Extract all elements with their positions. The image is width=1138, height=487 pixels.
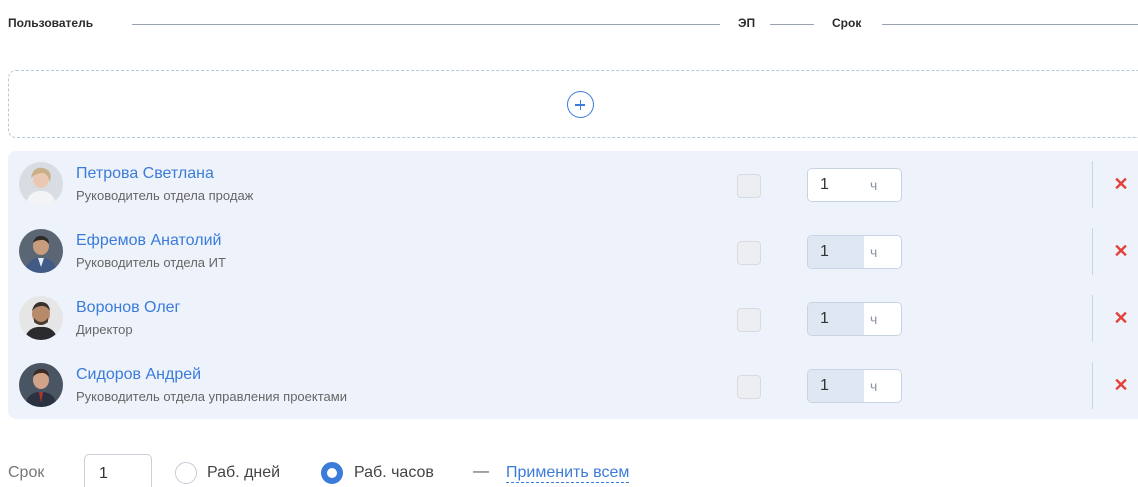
delete-icon[interactable]: ✕: [1111, 174, 1131, 194]
header-term: Срок: [826, 16, 868, 30]
header-ep: ЭП: [732, 16, 762, 30]
term-field[interactable]: 1 ч: [807, 235, 902, 269]
term-unit: ч: [870, 311, 878, 327]
term-field[interactable]: 1 ч: [807, 168, 902, 202]
divider: [1092, 362, 1093, 409]
term-value[interactable]: 1: [808, 370, 864, 402]
list-item: Петрова Светлана Руководитель отдела про…: [8, 151, 1138, 218]
user-role: Руководитель отдела управления проектами: [76, 389, 347, 404]
header-divider: [770, 24, 814, 25]
delete-icon[interactable]: ✕: [1111, 308, 1131, 328]
term-value[interactable]: 1: [808, 236, 864, 268]
header-divider: [882, 24, 1138, 25]
term-unit: ч: [870, 378, 878, 394]
user-role: Директор: [76, 322, 133, 337]
column-header: Пользователь ЭП Срок: [8, 14, 1138, 34]
term-footer: Срок 1 Раб. дней Раб. часов — Применить …: [8, 452, 1138, 487]
term-value[interactable]: 1: [808, 303, 864, 335]
apply-all-link[interactable]: Применить всем: [506, 464, 630, 483]
ep-checkbox[interactable]: [737, 308, 761, 332]
term-unit: ч: [870, 177, 878, 193]
avatar: [19, 229, 63, 273]
radio-work-hours[interactable]: [321, 462, 343, 484]
ep-checkbox[interactable]: [737, 174, 761, 198]
avatar: [19, 296, 63, 340]
radio-work-hours-label[interactable]: Раб. часов: [354, 464, 434, 482]
list-item: Воронов Олег Директор 1 ч ✕: [8, 285, 1138, 352]
divider: [1092, 161, 1093, 208]
radio-work-days-label[interactable]: Раб. дней: [207, 464, 280, 482]
avatar: [19, 363, 63, 407]
separator-dash: —: [473, 463, 489, 480]
ep-checkbox[interactable]: [737, 241, 761, 265]
ep-checkbox[interactable]: [737, 375, 761, 399]
term-value[interactable]: 1: [808, 169, 864, 201]
user-name[interactable]: Петрова Светлана: [76, 165, 214, 183]
user-role: Руководитель отдела ИТ: [76, 255, 226, 270]
term-unit: ч: [870, 244, 878, 260]
user-role: Руководитель отдела продаж: [76, 188, 254, 203]
avatar: [19, 162, 63, 206]
term-field[interactable]: 1 ч: [807, 369, 902, 403]
plus-circle-icon[interactable]: [567, 91, 594, 118]
divider: [1092, 228, 1093, 275]
user-name[interactable]: Ефремов Анатолий: [76, 232, 221, 250]
add-user-dropzone[interactable]: [8, 70, 1138, 138]
divider: [1092, 295, 1093, 342]
header-user: Пользователь: [8, 16, 100, 30]
list-item: Ефремов Анатолий Руководитель отдела ИТ …: [8, 218, 1138, 285]
footer-term-input[interactable]: 1: [84, 454, 152, 487]
user-name[interactable]: Сидоров Андрей: [76, 366, 201, 384]
footer-term-label: Срок: [8, 464, 45, 481]
footer-term-value[interactable]: 1: [99, 465, 108, 483]
radio-work-days[interactable]: [175, 462, 197, 484]
delete-icon[interactable]: ✕: [1111, 375, 1131, 395]
user-name[interactable]: Воронов Олег: [76, 299, 180, 317]
term-field[interactable]: 1 ч: [807, 302, 902, 336]
list-item: Сидоров Андрей Руководитель отдела управ…: [8, 352, 1138, 419]
delete-icon[interactable]: ✕: [1111, 241, 1131, 261]
user-list: Петрова Светлана Руководитель отдела про…: [8, 151, 1138, 419]
header-divider: [132, 24, 720, 25]
